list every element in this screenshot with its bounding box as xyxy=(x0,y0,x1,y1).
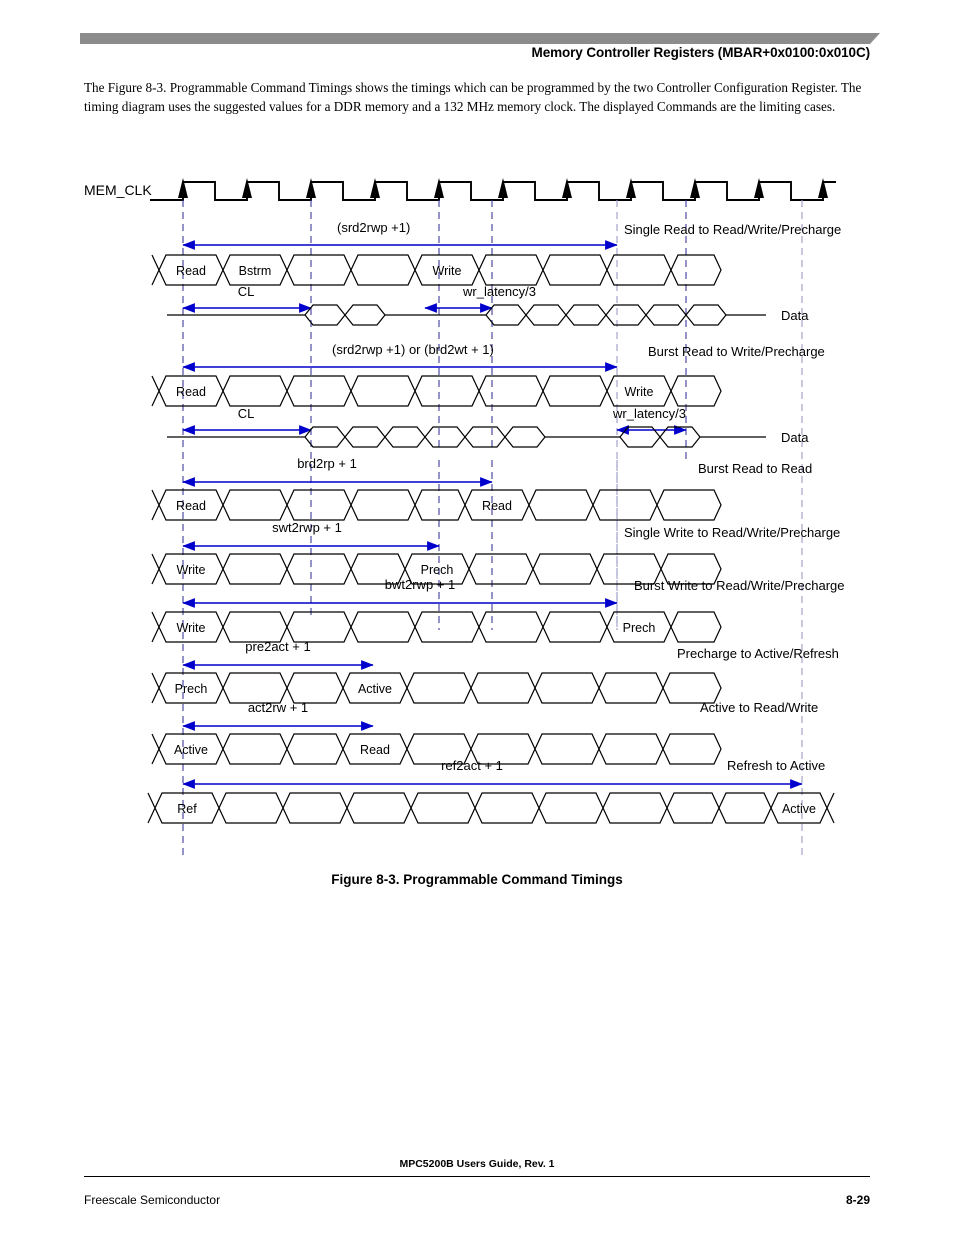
row-single-read: (srd2rwp +1) Single Read to Read/Write/P… xyxy=(151,220,841,326)
timing-label-brd2rp: brd2rp + 1 xyxy=(297,456,357,471)
description-precharge-active: Precharge to Active/Refresh xyxy=(677,646,839,661)
command-bus-row-3: Read Read xyxy=(151,489,722,521)
timing-label-act2rw: act2rw + 1 xyxy=(248,700,308,715)
header-decorative-bar xyxy=(80,33,880,44)
command-active-7: Active xyxy=(174,743,208,757)
row-burst-read-read: brd2rp + 1 Burst Read to Read Read Read xyxy=(151,456,812,521)
timing-label-brd2wt: (srd2rwp +1) or (brd2wt + 1) xyxy=(332,342,494,357)
command-bus-row-1: Read Bstrm Write xyxy=(151,254,722,286)
command-bus-row-5: Write Prech xyxy=(151,611,722,643)
command-bstrm-1: Bstrm xyxy=(239,264,272,278)
sub-label-wrlatency-1: wr_latency/3 xyxy=(462,284,536,299)
description-single-read: Single Read to Read/Write/Precharge xyxy=(624,222,841,237)
command-active-8: Active xyxy=(782,802,816,816)
timing-label-swt2rwp: swt2rwp + 1 xyxy=(272,520,342,535)
sub-label-cl-2: CL xyxy=(238,406,255,421)
command-bus-row-6: Prech Active xyxy=(151,672,722,704)
row-burst-read-write: (srd2rwp +1) or (brd2wt + 1) Burst Read … xyxy=(151,342,825,448)
command-write-4: Write xyxy=(177,563,206,577)
row-burst-write: bwt2rwp + 1 Burst Write to Read/Write/Pr… xyxy=(151,577,845,643)
timing-label-pre2act: pre2act + 1 xyxy=(245,639,310,654)
command-write-1: Write xyxy=(433,264,462,278)
footer-company: Freescale Semiconductor xyxy=(84,1193,221,1207)
command-bus-row-2: Read Write xyxy=(151,375,722,407)
footer-page-number: 8-29 xyxy=(845,1193,870,1207)
command-bus-row-7: Active Read xyxy=(151,733,722,765)
timing-label-srd2rwp: (srd2rwp +1) xyxy=(337,220,410,235)
footer-divider xyxy=(84,1176,870,1177)
row-active-readwrite: act2rw + 1 Active to Read/Write Active R… xyxy=(151,700,818,765)
sub-label-cl-1: CL xyxy=(238,284,255,299)
command-prech-5: Prech xyxy=(623,621,656,635)
row-precharge-active: pre2act + 1 Precharge to Active/Refresh … xyxy=(151,639,839,704)
description-burst-write: Burst Write to Read/Write/Precharge xyxy=(634,578,845,593)
description-single-write: Single Write to Read/Write/Precharge xyxy=(624,525,840,540)
command-bus-row-8: Ref Active xyxy=(147,792,835,824)
sub-label-wrlatency-2: wr_latency/3 xyxy=(612,406,686,421)
row-single-write: swt2rwp + 1 Single Write to Read/Write/P… xyxy=(151,520,840,585)
command-write-2: Write xyxy=(625,385,654,399)
figure-caption: Figure 8-3. Programmable Command Timings xyxy=(331,872,623,887)
description-refresh-active: Refresh to Active xyxy=(727,758,825,773)
data-label-1: Data xyxy=(781,308,809,323)
command-prech-4: Prech xyxy=(421,563,454,577)
footer-document-title: MPC5200B Users Guide, Rev. 1 xyxy=(399,1158,555,1170)
command-read-2: Read xyxy=(176,385,206,399)
command-read-1: Read xyxy=(176,264,206,278)
description-burst-read-write: Burst Read to Write/Precharge xyxy=(648,344,825,359)
description-active-readwrite: Active to Read/Write xyxy=(700,700,818,715)
data-label-2: Data xyxy=(781,430,809,445)
command-read-3b: Read xyxy=(482,499,512,513)
command-ref-8: Ref xyxy=(177,802,197,816)
intro-paragraph: The Figure 8-3. Programmable Command Tim… xyxy=(84,80,862,114)
command-read-7: Read xyxy=(360,743,390,757)
command-write-5: Write xyxy=(177,621,206,635)
command-read-3a: Read xyxy=(176,499,206,513)
description-burst-read-read: Burst Read to Read xyxy=(698,461,812,476)
timing-diagram-figure: MEM_CLK (srd2rwp +1) Single Read to Read… xyxy=(0,160,954,870)
timing-label-bwt2rwp: bwt2rwp + 1 xyxy=(385,577,455,592)
page-header-title: Memory Controller Registers (MBAR+0x0100… xyxy=(531,45,871,60)
timing-label-ref2act: ref2act + 1 xyxy=(441,758,503,773)
command-prech-6: Prech xyxy=(175,682,208,696)
row-refresh-active: ref2act + 1 Refresh to Active Ref Active xyxy=(147,758,835,824)
clock-waveform xyxy=(150,178,836,201)
clock-signal-label: MEM_CLK xyxy=(84,182,152,198)
command-active-6: Active xyxy=(358,682,392,696)
